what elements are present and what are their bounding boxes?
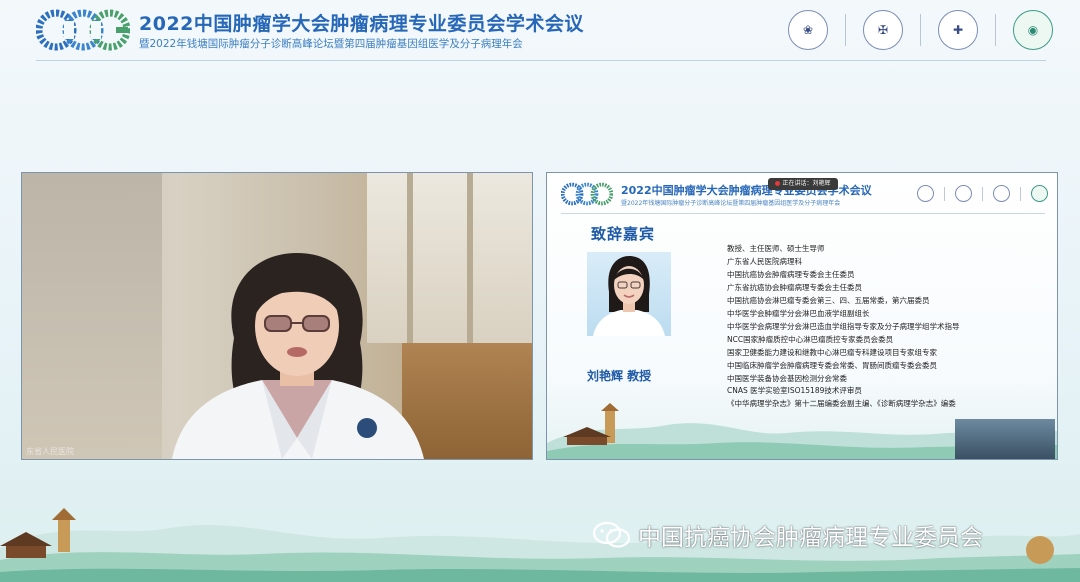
conference-header: 2022中国肿瘤学大会肿瘤病理专业委员会学术会议 暨2022年钱塘国际肿瘤分子诊… [0,0,1080,64]
slide-divider [561,213,1045,214]
bio-item: CNAS 医学实验室ISO15189技术评审员 [727,386,862,396]
speaker-video-panel[interactable]: 东省人民医院 [21,172,533,460]
slide-logo-2-icon [955,185,972,202]
slide-ccg-logo-icon [561,182,613,206]
wechat-watermark: 中国抗癌协会肿瘤病理专业委员会 [592,518,983,552]
conference-title: 2022中国肿瘤学大会肿瘤病理专业委员会学术会议 [139,13,584,35]
logo-divider [944,186,945,201]
slide-logo-3-icon [993,185,1010,202]
bio-item: 中国抗癌协会肿瘤病理专委会主任委员 [727,269,855,279]
logo-divider [845,14,846,46]
section-heading: 致辞嘉宾 [591,225,656,243]
watermark-text: 中国抗癌协会肿瘤病理专业委员会 [638,525,983,551]
conference-subtitle: 暨2022年钱塘国际肿瘤分子诊断高峰论坛暨第四届肿瘤基因组医学及分子病理年会 [139,38,523,50]
slide-logo-1-icon [917,185,934,202]
bio-item: 中国医学装备协会基因检测分会常委 [727,373,847,383]
video-caption: 东省人民医院 [26,447,74,456]
logo-divider [1020,186,1021,201]
slide-subtitle: 暨2022年钱塘国际肿瘤分子诊断高峰论坛暨第四届肿瘤基因组医学及分子病理年会 [621,200,841,207]
wechat-icon [592,521,631,548]
slide-organizer-logos [917,185,1048,202]
bio-item: 国家卫健委能力建设和继教中心淋巴瘤专科建设项目专家组专家 [727,347,937,357]
speaker-figure-icon [172,253,424,459]
organizer-logo-1-icon: ❀ [788,10,828,50]
video-background-wall [22,173,162,459]
logo-divider [982,186,983,201]
bio-item: NCC国家肿瘤质控中心淋巴瘤质控专家委员会委员 [727,334,894,344]
ccg-logo-icon [36,9,130,51]
guest-photo [587,252,671,336]
logo-divider [995,14,996,46]
guest-name: 刘艳辉 教授 [587,369,652,383]
organizer-logos: ❀ ✠ ✚ ◉ [788,10,1053,50]
bio-item: 广东省人民医院病理科 [727,256,802,266]
window-bar [467,173,473,343]
bio-item: 教授、主任医师、硕士生导师 [727,244,825,253]
organizer-logo-2-icon: ✠ [863,10,903,50]
presentation-slide-panel[interactable]: 2022中国肿瘤学大会肿瘤病理专业委员会学术会议 暨2022年钱塘国际肿瘤分子诊… [546,172,1058,460]
speaking-notice-badge: 正在讲话：刘艳辉 [768,178,838,190]
organizer-logo-4-icon: ◉ [1013,10,1053,50]
guest-bio-list: 教授、主任医师、硕士生导师 广东省人民医院病理科 中国抗癌协会肿瘤病理专委会主任… [727,243,960,411]
bio-item: 中华医学会肿瘤学分会淋巴血液学组副组长 [727,308,870,318]
bio-item: 中华医学会病理学分会淋巴造血学组指导专家及分子病理学组学术指导 [727,321,960,331]
bio-item: 广东省抗癌协会肿瘤病理专委会主任委员 [727,282,862,292]
organizer-logo-3-icon: ✚ [938,10,978,50]
header-divider [36,60,1046,61]
slide-logo-4-icon [1031,185,1048,202]
guest-portrait-icon [593,256,665,336]
record-dot-icon [775,181,781,186]
bio-item: 中国抗癌协会淋巴瘤专委会第三、四、五届常委，第六届委员 [727,295,930,305]
speaking-notice-text: 正在讲话：刘艳辉 [782,180,831,187]
logo-divider [920,14,921,46]
bio-item: 中国临床肿瘤学会肿瘤病理专委会常委、胃肠间质瘤专委会委员 [727,360,937,370]
thumbnail-video-icon [955,419,1055,459]
